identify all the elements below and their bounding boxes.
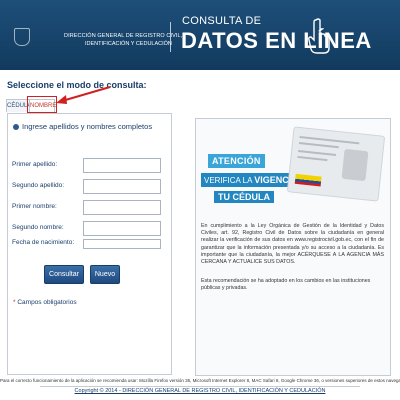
browser-compatibility-note: Para el correcto funcionamiento de la ap…: [0, 378, 400, 383]
coat-of-arms-icon: [14, 28, 30, 46]
field-row-primer-nombre: Primer nombre:: [12, 200, 167, 216]
segundo-apellido-input[interactable]: [83, 179, 161, 194]
verify-text: VERIFICA LA: [204, 176, 253, 185]
field-label: Primer nombre:: [12, 203, 57, 210]
field-row-segundo-nombre: Segundo nombre:: [12, 221, 167, 237]
attention-heading: ATENCIÓN: [208, 154, 265, 168]
form-title: Ingrese apellidos y nombres completos: [13, 122, 152, 131]
id-card-image: [286, 126, 386, 202]
ecuador-flag-icon: [294, 173, 322, 187]
pointing-hand-icon: [308, 18, 330, 54]
field-row-fecha-nacimiento: Fecha de nacimiento:: [12, 236, 167, 252]
info-panel: ATENCIÓN VERIFICA LA VIGENCIA DE TU CÉDU…: [195, 118, 391, 376]
field-label: Primer apellido:: [12, 161, 58, 168]
copyright-link[interactable]: Copyright © 2014 - DIRECCIÓN GENERAL DE …: [0, 388, 400, 394]
id-photo: [341, 148, 369, 182]
field-row-segundo-apellido: Segundo apellido:: [12, 179, 167, 195]
field-label: Segundo nombre:: [12, 224, 64, 231]
bullet-icon: [13, 124, 19, 131]
form-title-text: Ingrese apellidos y nombres completos: [22, 122, 153, 131]
asterisk-icon: *: [13, 299, 16, 306]
segundo-nombre-input[interactable]: [83, 221, 161, 236]
search-form-panel: Ingrese apellidos y nombres completos Pr…: [7, 113, 172, 375]
info-paragraph-1: En cumplimiento a la Ley Orgánica de Ges…: [201, 223, 384, 266]
field-label: Fecha de nacimiento:: [12, 239, 75, 246]
info-paragraph-2: Esta recomendación se ha adoptado en los…: [201, 278, 371, 292]
footer-divider: [40, 386, 360, 387]
tab-highlight-box: [27, 96, 57, 113]
header-banner: DIRECCIÓN GENERAL DE REGISTRO CIVIL, IDE…: [0, 0, 400, 70]
fecha-nacimiento-input[interactable]: [83, 239, 161, 249]
nuevo-button[interactable]: Nuevo: [90, 265, 120, 284]
header-divider: [170, 22, 171, 52]
header-subtitle: CONSULTA DE: [182, 15, 262, 27]
primer-apellido-input[interactable]: [83, 158, 161, 173]
field-row-primer-apellido: Primer apellido:: [12, 158, 167, 174]
institution-name-line2: IDENTIFICACIÓN Y CEDULACIÓN: [85, 41, 172, 47]
primer-nombre-input[interactable]: [83, 200, 161, 215]
consultar-button[interactable]: Consultar: [44, 265, 84, 284]
required-fields-note: * Campos obligatorios: [13, 299, 77, 306]
header-title: DATOS EN LÍNEA: [181, 28, 372, 53]
institution-name-line1: DIRECCIÓN GENERAL DE REGISTRO CIVIL,: [64, 33, 183, 39]
arrow-annotation-icon: [56, 86, 111, 104]
required-note-text: Campos obligatorios: [17, 299, 77, 306]
field-label: Segundo apellido:: [12, 182, 65, 189]
your-id-line: TU CÉDULA: [214, 191, 274, 203]
